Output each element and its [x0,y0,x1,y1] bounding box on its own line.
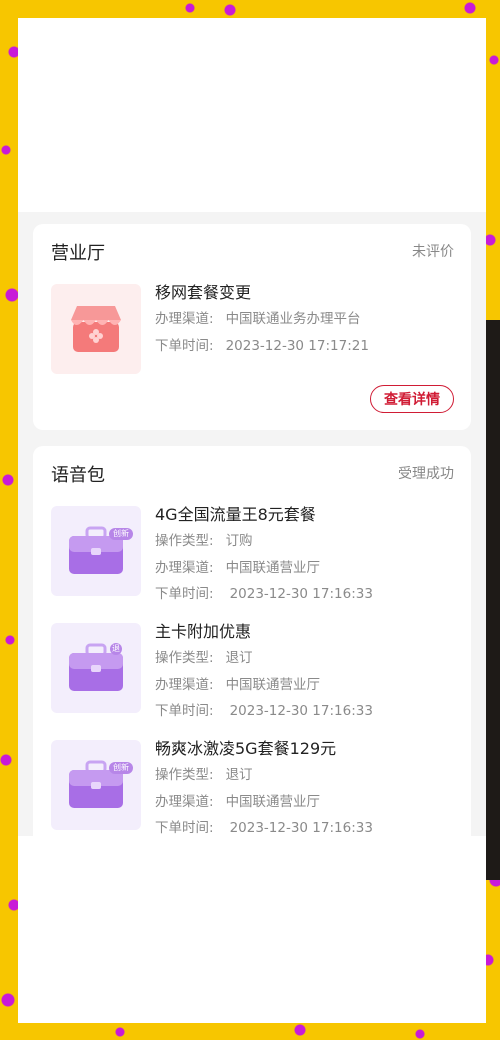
item-badge: 退 [110,643,122,655]
order-item-name: 主卡附加优惠 [155,622,252,641]
time-value: 2023-12-30 17:16:33 [229,703,373,719]
time-value: 2023-12-30 17:16:33 [229,586,373,602]
card-title: 语音包 [51,465,105,486]
order-item-name: 畅爽冰激凌5G套餐129元 [155,739,337,758]
operation-label: 操作类型: [155,533,214,549]
decorative-dark-strip [484,320,500,880]
order-item-name: 移网套餐变更 [155,283,252,302]
card-status: 未评价 [412,244,454,260]
order-card-voice-pack[interactable]: 语音包 受理成功 创新 4G全国流量王8元套餐 操作类型: 订购 办理渠道: 中… [33,446,471,836]
operation-value: 退订 [225,650,253,666]
order-item[interactable]: 创新 畅爽冰激凌5G套餐129元 操作类型: 退订 办理渠道: 中国联通营业厅 下单… [51,739,456,836]
card-title: 营业厅 [51,243,105,264]
briefcase-icon [51,740,141,830]
channel-value: 中国联通营业厅 [225,676,321,693]
order-channel: 办理渠道: 中国联通营业厅 [155,672,456,699]
order-channel: 办理渠道: 中国联通营业厅 [155,555,456,582]
order-channel: 办理渠道: 中国联通业务办理平台 [155,306,456,333]
time-label: 下单时间: [155,703,214,719]
channel-label: 办理渠道: [155,559,214,576]
order-time: 下单时间: 2023-12-30 17:17:21 [155,333,456,360]
top-blank-area [18,18,486,212]
time-value: 2023-12-30 17:16:33 [229,820,373,836]
briefcase-icon [51,623,141,713]
order-item[interactable]: 移网套餐变更 办理渠道: 中国联通业务办理平台 下单时间: 2023-12-30 1… [51,283,456,376]
bottom-blank-area [18,836,486,1023]
item-badge: 创新 [109,528,133,540]
order-time: 下单时间: 2023-12-30 17:16:33 [155,815,456,836]
order-item[interactable]: 创新 4G全国流量王8元套餐 操作类型: 订购 办理渠道: 中国联通营业厅 下单时间… [51,505,456,612]
channel-value: 中国联通营业厅 [225,793,321,810]
item-badge: 创新 [109,762,133,774]
order-item-info: 4G全国流量王8元套餐 操作类型: 订购 办理渠道: 中国联通营业厅 下单时间: 20… [155,502,456,608]
time-label: 下单时间: [155,337,214,354]
briefcase-icon [51,506,141,596]
channel-label: 办理渠道: [155,676,214,693]
order-item[interactable]: 退 主卡附加优惠 操作类型: 退订 办理渠道: 中国联通营业厅 下单时间: 2023-… [51,622,456,729]
time-label: 下单时间: [155,820,214,836]
operation-value: 订购 [225,533,253,549]
card-header: 营业厅 未评价 [51,239,454,265]
operation-value: 退订 [225,767,253,783]
channel-label: 办理渠道: [155,793,214,810]
view-details-button[interactable]: 查看详情 [370,385,454,413]
screenshot-frame: 营业厅 未评价 移网套餐变更 办理渠道: 中国联通业务办理平台 下单时间: 20… [18,18,486,1023]
channel-label: 办理渠道: [155,311,214,327]
order-item-info: 畅爽冰激凌5G套餐129元 操作类型: 退订 办理渠道: 中国联通营业厅 下单时间:… [155,736,456,836]
order-list[interactable]: 营业厅 未评价 移网套餐变更 办理渠道: 中国联通业务办理平台 下单时间: 20… [18,212,486,836]
channel-value: 中国联通业务办理平台 [225,311,361,327]
order-item-info: 主卡附加优惠 操作类型: 退订 办理渠道: 中国联通营业厅 下单时间: 2023-12… [155,619,456,725]
card-header: 语音包 受理成功 [51,461,454,487]
store-icon [51,284,141,374]
order-item-name: 4G全国流量王8元套餐 [155,505,316,524]
order-time: 下单时间: 2023-12-30 17:16:33 [155,698,456,725]
time-value: 2023-12-30 17:17:21 [225,337,369,354]
order-time: 下单时间: 2023-12-30 17:16:33 [155,581,456,608]
order-operation: 操作类型: 订购 [155,528,456,555]
order-operation: 操作类型: 退订 [155,762,456,789]
order-card-business-hall[interactable]: 营业厅 未评价 移网套餐变更 办理渠道: 中国联通业务办理平台 下单时间: 20… [33,224,471,430]
channel-value: 中国联通营业厅 [225,559,321,576]
order-operation: 操作类型: 退订 [155,645,456,672]
operation-label: 操作类型: [155,650,214,666]
operation-label: 操作类型: [155,767,214,783]
card-status: 受理成功 [398,466,454,482]
order-channel: 办理渠道: 中国联通营业厅 [155,789,456,816]
order-item-info: 移网套餐变更 办理渠道: 中国联通业务办理平台 下单时间: 2023-12-30 1… [155,280,456,359]
time-label: 下单时间: [155,586,214,602]
